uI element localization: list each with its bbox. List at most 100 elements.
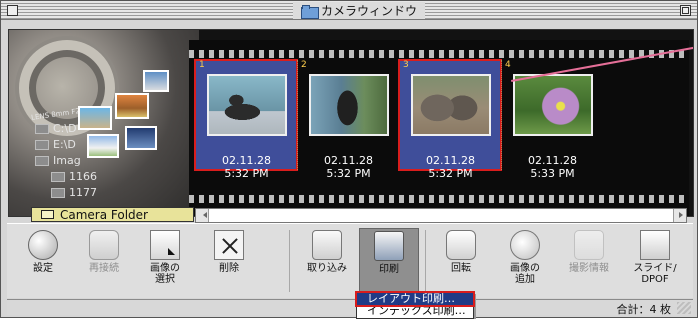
settings-button[interactable]: 設定 <box>13 228 73 294</box>
frame-date: 02.11.28 <box>528 154 577 167</box>
drive-row-c[interactable]: C:\D <box>35 122 77 135</box>
rotate-label: 回転 <box>451 263 471 274</box>
frame-time: 5:32 PM <box>428 167 473 180</box>
slideshow-icon <box>640 230 670 260</box>
frame-date: 02.11.28 <box>324 154 373 167</box>
camera-window: カメラウィンドウ LENS 8mm F2.5 C:\D E:\D Imag 11… <box>0 0 698 319</box>
drive-row-image[interactable]: Imag <box>35 154 81 167</box>
resize-grip-icon[interactable] <box>677 302 691 314</box>
delete-label: 削除 <box>219 263 239 274</box>
frame-time: 5:32 PM <box>326 167 371 180</box>
shooting-info-label: 撮影情報 <box>569 263 609 274</box>
thumbnail-flower[interactable] <box>513 74 593 136</box>
film-strip: 1 02.11.28 5:32 PM 2 02.11.28 5:32 PM 3 <box>189 40 689 216</box>
toolbar-separator <box>425 230 426 292</box>
reconnect-button[interactable]: 再接続 <box>74 228 134 294</box>
drive-icon <box>35 123 49 134</box>
frame-date: 02.11.28 <box>222 154 271 167</box>
print-button[interactable]: 印刷 <box>359 228 419 294</box>
zoom-box[interactable] <box>680 5 691 16</box>
folder-row-1166[interactable]: 1166 <box>51 170 97 183</box>
drag-handle[interactable] <box>693 69 694 91</box>
frame-timestamp: 02.11.28 5:32 PM <box>400 154 501 180</box>
frame-date: 02.11.28 <box>426 154 475 167</box>
camera-backdrop: LENS 8mm F2.5 C:\D E:\D Imag 1166 1177 <box>9 30 199 216</box>
toolbar-separator <box>289 230 290 292</box>
shooting-info-icon <box>574 230 604 260</box>
frame-number: 4 <box>505 60 511 70</box>
folder-label: 1177 <box>69 186 97 199</box>
reconnect-icon <box>89 230 119 260</box>
total-count: 合計：4 枚 <box>616 303 672 316</box>
frame-time: 5:33 PM <box>530 167 575 180</box>
window-title-container: カメラウィンドウ <box>293 2 426 19</box>
mini-thumbnail <box>143 70 169 92</box>
scroll-left-arrow-icon[interactable] <box>196 209 209 222</box>
film-sprockets-top <box>189 50 689 58</box>
film-frame[interactable]: 4 02.11.28 5:33 PM <box>501 60 603 180</box>
folder-row-1177[interactable]: 1177 <box>51 186 97 199</box>
content-view: LENS 8mm F2.5 C:\D E:\D Imag 1166 1177 1… <box>8 29 694 217</box>
menu-item-index-print[interactable]: インデックス印刷… <box>357 305 473 317</box>
folder-label: 1166 <box>69 170 97 183</box>
frame-timestamp: 02.11.28 5:33 PM <box>502 154 603 180</box>
folder-icon <box>35 155 49 166</box>
settings-label: 設定 <box>33 263 53 274</box>
thumbnail-sea-lion[interactable] <box>309 74 389 136</box>
print-icon <box>374 231 404 261</box>
print-label: 印刷 <box>379 264 399 275</box>
folder-icon <box>301 4 319 19</box>
folder-icon <box>51 187 65 198</box>
drive-label: Imag <box>53 154 81 167</box>
import-icon <box>312 230 342 260</box>
select-image-button[interactable]: 画像の 選択 <box>135 228 195 294</box>
add-image-label: 画像の 追加 <box>510 263 540 285</box>
reconnect-label: 再接続 <box>89 263 119 274</box>
mini-thumbnail <box>87 134 119 158</box>
window-title: カメラウィンドウ <box>321 4 418 18</box>
rotate-button[interactable]: 回転 <box>431 228 491 294</box>
import-label: 取り込み <box>307 263 347 274</box>
drive-icon <box>35 139 49 150</box>
camera-folder-text: Camera Folder <box>60 207 148 222</box>
mini-thumbnail <box>125 126 157 150</box>
add-image-icon <box>510 230 540 260</box>
add-image-button[interactable]: 画像の 追加 <box>495 228 555 294</box>
scroll-right-arrow-icon[interactable] <box>673 209 686 222</box>
folder-icon <box>51 171 65 182</box>
frame-timestamp: 02.11.28 5:32 PM <box>196 154 297 180</box>
frame-number: 1 <box>199 60 205 70</box>
folder-icon <box>41 210 54 219</box>
thumbnail-sea-lion[interactable] <box>207 74 287 136</box>
drive-row-e[interactable]: E:\D <box>35 138 76 151</box>
film-frame[interactable]: 2 02.11.28 5:32 PM <box>297 60 399 180</box>
import-button[interactable]: 取り込み <box>297 228 357 294</box>
thumbnail-elephants[interactable] <box>411 74 491 136</box>
film-frame[interactable]: 1 02.11.28 5:32 PM <box>194 59 298 180</box>
select-image-label: 画像の 選択 <box>150 263 180 285</box>
film-sprockets-bottom <box>189 195 689 203</box>
slideshow-dpof-label: スライド/ DPOF <box>633 263 677 285</box>
drive-label: C:\D <box>53 122 77 135</box>
horizontal-scrollbar[interactable] <box>195 208 687 223</box>
title-bar[interactable]: カメラウィンドウ <box>1 1 697 20</box>
rotate-icon <box>446 230 476 260</box>
film-frame[interactable]: 3 02.11.28 5:32 PM <box>398 59 502 180</box>
frame-number: 3 <box>403 60 409 70</box>
select-image-icon <box>150 230 180 260</box>
frame-timestamp: 02.11.28 5:32 PM <box>298 154 399 180</box>
delete-icon <box>214 230 244 260</box>
close-box[interactable] <box>7 5 18 16</box>
status-bar: 合計：4 枚 <box>7 299 693 316</box>
delete-button[interactable]: 削除 <box>199 228 259 294</box>
print-dropdown-menu: レイアウト印刷… インデックス印刷… <box>355 291 475 319</box>
shooting-info-button[interactable]: 撮影情報 <box>559 228 619 294</box>
camera-folder-label[interactable]: Camera Folder <box>31 207 194 222</box>
toolbar: 設定 再接続 画像の 選択 削除 取り込み 印刷 回転 画像の 追加 撮影情報 … <box>7 223 693 298</box>
mini-thumbnail <box>115 93 149 119</box>
mini-thumbnail <box>78 106 112 130</box>
drive-label: E:\D <box>53 138 76 151</box>
slideshow-dpof-button[interactable]: スライド/ DPOF <box>625 228 685 294</box>
frame-time: 5:32 PM <box>224 167 269 180</box>
settings-icon <box>28 230 58 260</box>
